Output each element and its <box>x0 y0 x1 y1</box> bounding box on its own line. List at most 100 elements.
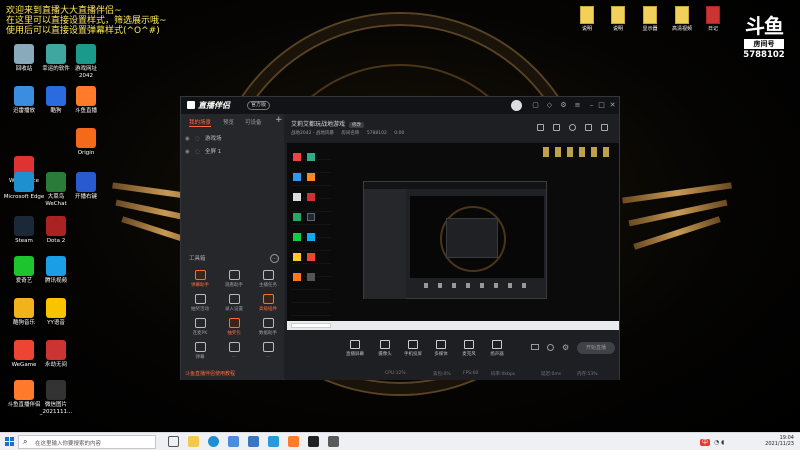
toolbox-item[interactable]: 高级插件 <box>253 294 283 312</box>
scene-item-game[interactable]: ◉ ◌ 游戏场 <box>185 134 222 142</box>
toolbox-more-icon[interactable]: … <box>270 254 279 263</box>
source-tool-button[interactable]: 扬声器 <box>483 340 511 357</box>
desktop-icon-label: 永劫无间 <box>44 362 67 368</box>
settings-gear-icon[interactable]: ⚙ <box>562 343 569 352</box>
tab-my-scenes[interactable]: 我的场景 <box>189 118 212 127</box>
source-tool-button[interactable]: 麦克风 <box>455 340 483 357</box>
app-titlebar[interactable]: 直播伴侣 官方版 ▢ ◇ ⚙ ≡ – □ ✕ <box>181 97 619 114</box>
tab-devices[interactable]: 可设备 <box>245 118 262 126</box>
toolbox-item[interactable]: … <box>219 342 249 359</box>
room-number-badge: 斗鱼 房间号 5788102 <box>735 10 793 60</box>
toolbox-item[interactable]: 主播任务 <box>253 270 283 288</box>
tool-icon <box>194 294 206 304</box>
ime-indicator[interactable]: 中 <box>700 439 711 446</box>
task-view-icon[interactable] <box>168 436 179 447</box>
scene-item-fullscreen[interactable]: ◉ ◌ 全屏 1 <box>185 147 221 155</box>
lock-icon[interactable] <box>553 124 560 131</box>
tool-label: 录入设置 <box>225 307 243 312</box>
record-toggle-icon[interactable] <box>547 344 554 351</box>
desktop-icon-label: Origin <box>77 150 95 156</box>
message-icon[interactable]: ▢ <box>531 101 540 110</box>
status-item: 延迟:0ms <box>541 372 562 377</box>
network-icon[interactable]: ◔ <box>714 439 719 446</box>
desktop-file-icon[interactable]: 显示器 <box>635 6 665 32</box>
lock-icon[interactable]: ◌ <box>195 149 201 155</box>
record-icon[interactable] <box>569 124 576 131</box>
toolbox-item[interactable]: 抽奖包 <box>219 318 249 336</box>
maximize-icon[interactable]: □ <box>597 101 606 110</box>
store-icon[interactable] <box>228 436 239 447</box>
desktop-file-icon[interactable]: 日记 <box>698 6 728 32</box>
toolbox-item[interactable]: 录入设置 <box>219 294 249 312</box>
desktop-icon-label: 腾讯视频 <box>44 278 67 284</box>
app-icon <box>46 340 66 360</box>
desktop-icon[interactable]: YY语音 <box>34 298 78 327</box>
desktop-file-icon[interactable]: 说明 <box>603 6 633 32</box>
start-live-button[interactable]: 开始直播 <box>577 342 615 354</box>
clock[interactable]: 19:04 2021/11/23 <box>765 435 794 447</box>
volume-icon[interactable]: ◖ <box>721 439 724 446</box>
desktop-icon[interactable]: 微信图片 _2021111... <box>34 380 78 415</box>
version-badge[interactable]: 官方版 <box>247 101 271 110</box>
source-tool-button[interactable]: 直播屏幕 <box>341 340 369 357</box>
app-logo-icon <box>187 101 195 109</box>
tool-label: 弹幕 <box>195 355 205 360</box>
camera-toggle-icon[interactable] <box>531 344 539 350</box>
lock-icon[interactable]: ◌ <box>195 136 201 142</box>
mail-icon[interactable] <box>248 436 259 447</box>
source-tool-button[interactable]: 手机投屏 <box>399 340 427 357</box>
file-icon <box>675 6 689 24</box>
live-preview[interactable] <box>287 143 619 330</box>
tutorial-link[interactable]: 斗鱼直播伴侣使用教程 <box>185 370 235 377</box>
settings-icon[interactable]: ⚙ <box>559 101 568 110</box>
desktop-icon[interactable]: Origin <box>64 128 108 157</box>
desktop-icon[interactable]: 腾讯视频 <box>34 256 78 285</box>
desktop-icon[interactable]: 斗鱼直播 <box>64 86 108 115</box>
toolbox-item[interactable]: 观看助手 <box>219 270 249 288</box>
toolbox-item[interactable]: 弹幕助手 <box>185 270 215 288</box>
source-tool-label: 扬声器 <box>490 352 504 357</box>
screenshot-icon[interactable] <box>537 124 544 131</box>
toolbox-item[interactable]: 连麦PK <box>185 318 215 336</box>
toolbox-item[interactable]: 抽奖活动 <box>185 294 215 312</box>
desktop-icon-label: 斗鱼直播 <box>74 108 97 114</box>
minimize-icon[interactable]: – <box>587 101 596 110</box>
douyu-taskbar-icon[interactable] <box>288 436 299 447</box>
eye-icon[interactable]: ◉ <box>185 136 191 142</box>
close-icon[interactable]: ✕ <box>608 101 617 110</box>
toolbox-item[interactable]: … <box>253 342 283 359</box>
avatar[interactable] <box>511 100 522 111</box>
add-scene-button[interactable]: + <box>275 115 283 125</box>
desktop-icon[interactable]: 永劫无间 <box>34 340 78 369</box>
edit-title-button[interactable]: 修改 <box>349 122 365 128</box>
qq-icon[interactable] <box>308 436 319 447</box>
taskbar-search-box[interactable]: ⌕ 在这里输入你要搜索的内容 <box>18 435 156 449</box>
tab-preview[interactable]: 预览 <box>223 118 234 126</box>
toolbox-item[interactable]: 弹幕 <box>185 342 215 360</box>
desktop-icon[interactable]: 开播右键 <box>64 172 108 201</box>
source-tool-icon <box>464 340 474 349</box>
source-tool-button[interactable]: 摄像头 <box>371 340 399 357</box>
menu-icon[interactable]: ≡ <box>573 101 582 110</box>
source-tool-icon <box>492 340 502 349</box>
desktop-file-icon[interactable]: 说明 <box>572 6 602 32</box>
photos-icon[interactable] <box>328 436 339 447</box>
desktop-file-icon[interactable]: 高清视频 <box>667 6 697 32</box>
share-icon[interactable] <box>601 124 608 131</box>
bell-icon[interactable] <box>585 124 592 131</box>
source-tool-button[interactable]: 多媒体 <box>427 340 455 357</box>
desktop-icon[interactable]: Dota 2 <box>34 216 78 245</box>
skin-icon[interactable]: ◇ <box>545 101 554 110</box>
eye-icon[interactable]: ◉ <box>185 149 191 155</box>
windows-start-icon[interactable] <box>5 437 15 447</box>
toolbox-item[interactable]: 数据助手 <box>253 318 283 336</box>
system-tray: 中 ◔ ◖ <box>700 437 724 446</box>
folder-icon[interactable] <box>268 436 279 447</box>
room-category[interactable]: 战地2042 - 战地风暴 <box>291 131 334 136</box>
danmaku-overlay-line-3: 使用后可以直接设置弹幕样式(^O^#) <box>6 26 160 36</box>
app-icon <box>76 86 96 106</box>
desktop-icon-label: 微信图片 _2021111... <box>39 402 73 415</box>
desktop-icon[interactable]: 游戏网址 2042 <box>64 44 108 79</box>
file-explorer-icon[interactable] <box>188 436 199 447</box>
edge-icon[interactable] <box>208 436 219 447</box>
